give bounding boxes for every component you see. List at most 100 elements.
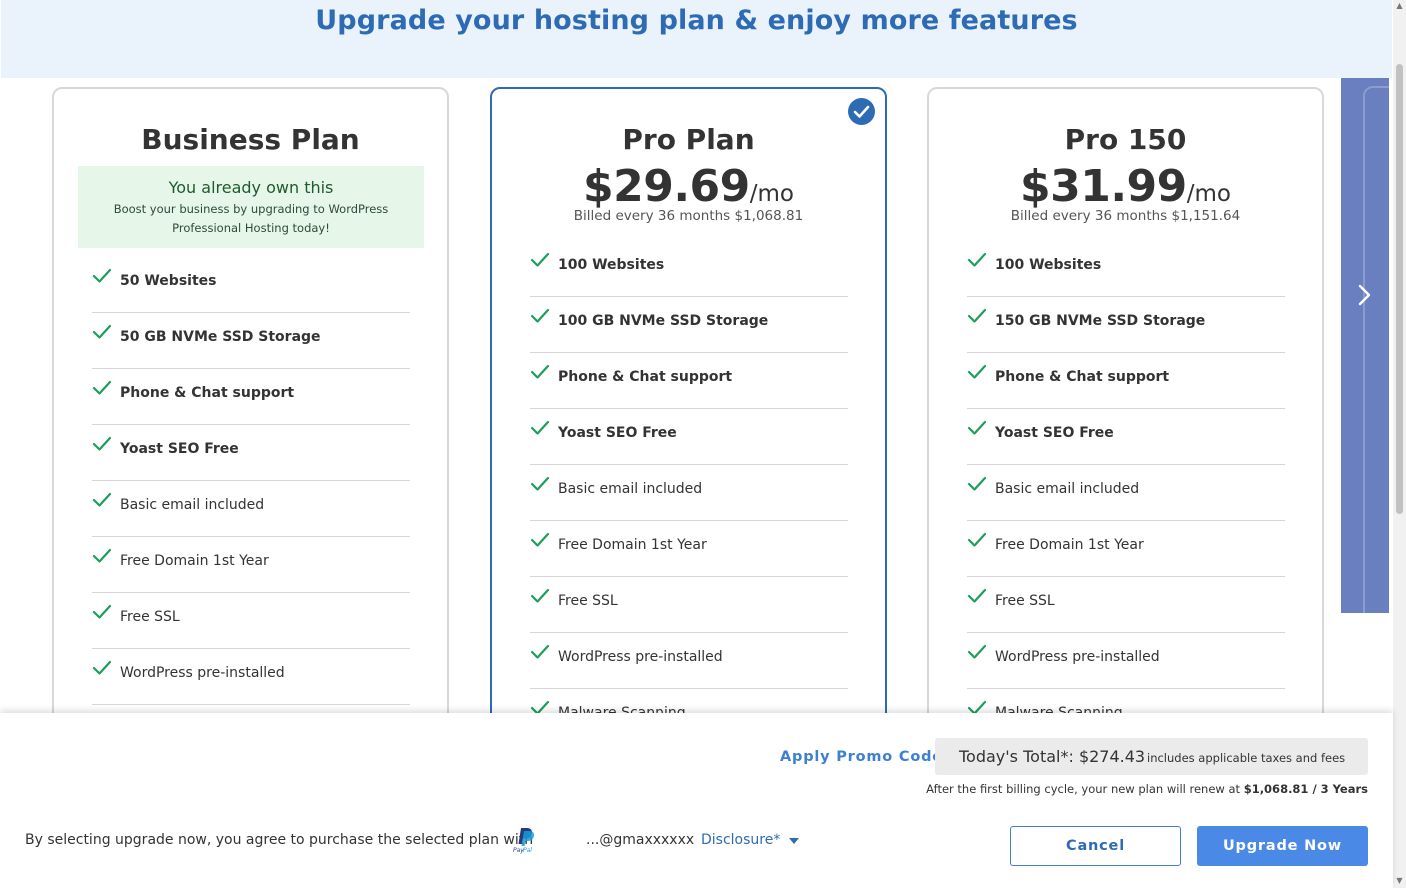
feature-item: Basic email included	[92, 481, 410, 537]
check-icon	[967, 363, 987, 381]
check-icon	[967, 307, 987, 325]
feature-item: Phone & Chat support	[92, 369, 410, 425]
feature-text: Basic email included	[558, 481, 703, 497]
renewal-info: After the first billing cycle, your new …	[926, 782, 1368, 796]
feature-text: Basic email included	[120, 497, 265, 513]
check-icon	[92, 323, 112, 341]
check-icon	[92, 435, 112, 453]
feature-item: Yoast SEO Free	[530, 409, 848, 465]
feature-text: Phone & Chat support	[120, 385, 295, 401]
feature-item: Phone & Chat support	[530, 353, 848, 409]
check-icon	[967, 587, 987, 605]
feature-item: Phone & Chat support	[967, 353, 1285, 409]
check-icon	[530, 587, 550, 605]
price-amount: $29.69	[582, 161, 750, 212]
billing-info: Billed every 36 months $1,068.81	[573, 208, 804, 224]
plan-card-pro[interactable]: Pro Plan $29.69/mo Billed every 36 month…	[490, 87, 887, 727]
check-icon	[967, 643, 987, 661]
check-icon	[92, 267, 112, 285]
feature-text: Yoast SEO Free	[995, 425, 1114, 441]
feature-item: Free Domain 1st Year	[530, 521, 848, 577]
paypal-icon: Pay Pal	[510, 826, 540, 854]
plan-card-pro-150[interactable]: Pro 150 $31.99/mo Billed every 36 months…	[927, 87, 1324, 727]
feature-item: WordPress pre-installed	[92, 649, 410, 705]
feature-item: Free Domain 1st Year	[967, 521, 1285, 577]
feature-text: 50 Websites	[120, 273, 217, 289]
plan-name: Business Plan	[141, 123, 360, 156]
check-icon	[92, 379, 112, 397]
price-unit: /mo	[749, 181, 795, 207]
feature-item: Free SSL	[92, 593, 410, 649]
feature-text: Free Domain 1st Year	[120, 553, 269, 569]
check-icon	[967, 419, 987, 437]
plan-name: Pro 150	[1064, 123, 1187, 156]
check-icon	[92, 547, 112, 565]
plan-card-business[interactable]: Business Plan You already own this Boost…	[52, 87, 449, 727]
plan-price: $29.69/mo	[492, 161, 885, 212]
renewal-prefix: After the first billing cycle, your new …	[926, 782, 1241, 796]
feature-item: WordPress pre-installed	[530, 633, 848, 689]
feature-item: Free SSL	[967, 577, 1285, 633]
check-icon	[530, 531, 550, 549]
page-header: Upgrade your hosting plan & enjoy more f…	[1, 0, 1392, 78]
price-unit: /mo	[1186, 181, 1232, 207]
vertical-scrollbar[interactable]: ▲ ▼	[1393, 0, 1406, 888]
check-icon	[530, 307, 550, 325]
feature-text: 100 Websites	[995, 257, 1102, 273]
selected-check-icon	[848, 98, 875, 125]
feature-text: 100 GB NVMe SSD Storage	[558, 313, 769, 329]
check-icon	[967, 475, 987, 493]
feature-text: 50 GB NVMe SSD Storage	[120, 329, 321, 345]
feature-item: 100 GB NVMe SSD Storage	[530, 297, 848, 353]
feature-text: Phone & Chat support	[558, 369, 733, 385]
check-icon	[530, 251, 550, 269]
next-card-preview	[1363, 86, 1389, 613]
owned-notice: You already own this Boost your business…	[78, 166, 424, 248]
feature-text: Free SSL	[120, 609, 180, 625]
feature-item: Basic email included	[530, 465, 848, 521]
scroll-up-icon[interactable]: ▲	[1396, 2, 1403, 10]
feature-text: Free Domain 1st Year	[558, 537, 707, 553]
feature-text: Yoast SEO Free	[558, 425, 677, 441]
chevron-right-icon[interactable]	[1350, 280, 1380, 310]
cancel-button[interactable]: Cancel	[1010, 826, 1181, 866]
price-amount: $31.99	[1019, 161, 1187, 212]
feature-text: WordPress pre-installed	[995, 649, 1160, 665]
scroll-down-icon[interactable]: ▼	[1396, 877, 1403, 885]
svg-text:Pal: Pal	[523, 847, 532, 854]
plan-name: Pro Plan	[622, 123, 755, 156]
feature-item: Basic email included	[967, 465, 1285, 521]
check-icon	[530, 363, 550, 381]
feature-item: WordPress pre-installed	[967, 633, 1285, 689]
plan-price: $31.99/mo	[929, 161, 1322, 212]
check-icon	[92, 659, 112, 677]
total-summary: Today's Total*: $274.43 includes applica…	[935, 738, 1368, 775]
feature-item: 50 GB NVMe SSD Storage	[92, 313, 410, 369]
check-icon	[92, 491, 112, 509]
feature-item: 150 GB NVMe SSD Storage	[967, 297, 1285, 353]
apply-promo-link[interactable]: Apply Promo Code	[780, 749, 943, 765]
scroll-thumb[interactable]	[1396, 64, 1403, 514]
feature-item: 100 Websites	[530, 241, 848, 297]
page-title: Upgrade your hosting plan & enjoy more f…	[315, 5, 1078, 36]
feature-text: Free SSL	[995, 593, 1055, 609]
carousel-next-panel[interactable]	[1341, 78, 1389, 613]
total-note: includes applicable taxes and fees	[1147, 751, 1346, 765]
feature-item: 100 Websites	[967, 241, 1285, 297]
feature-item: Free Domain 1st Year	[92, 537, 410, 593]
check-icon	[530, 475, 550, 493]
checkout-footer: Apply Promo Code Today's Total*: $274.43…	[0, 713, 1393, 888]
feature-text: Yoast SEO Free	[120, 441, 239, 457]
disclosure-toggle[interactable]: Disclosure*	[701, 832, 780, 848]
feature-list: 100 Websites 100 GB NVMe SSD Storage Phone…	[530, 241, 848, 725]
feature-item: Yoast SEO Free	[92, 425, 410, 481]
feature-text: 150 GB NVMe SSD Storage	[995, 313, 1206, 329]
check-icon	[967, 531, 987, 549]
check-icon	[530, 419, 550, 437]
billing-info: Billed every 36 months $1,151.64	[1010, 208, 1241, 224]
owned-subtitle: Boost your business by upgrading to Word…	[113, 202, 389, 235]
upgrade-now-button[interactable]: Upgrade Now	[1197, 826, 1368, 866]
feature-text: WordPress pre-installed	[558, 649, 723, 665]
upgrade-plan-page: Upgrade your hosting plan & enjoy more f…	[0, 0, 1406, 888]
chevron-down-icon[interactable]	[789, 838, 799, 844]
